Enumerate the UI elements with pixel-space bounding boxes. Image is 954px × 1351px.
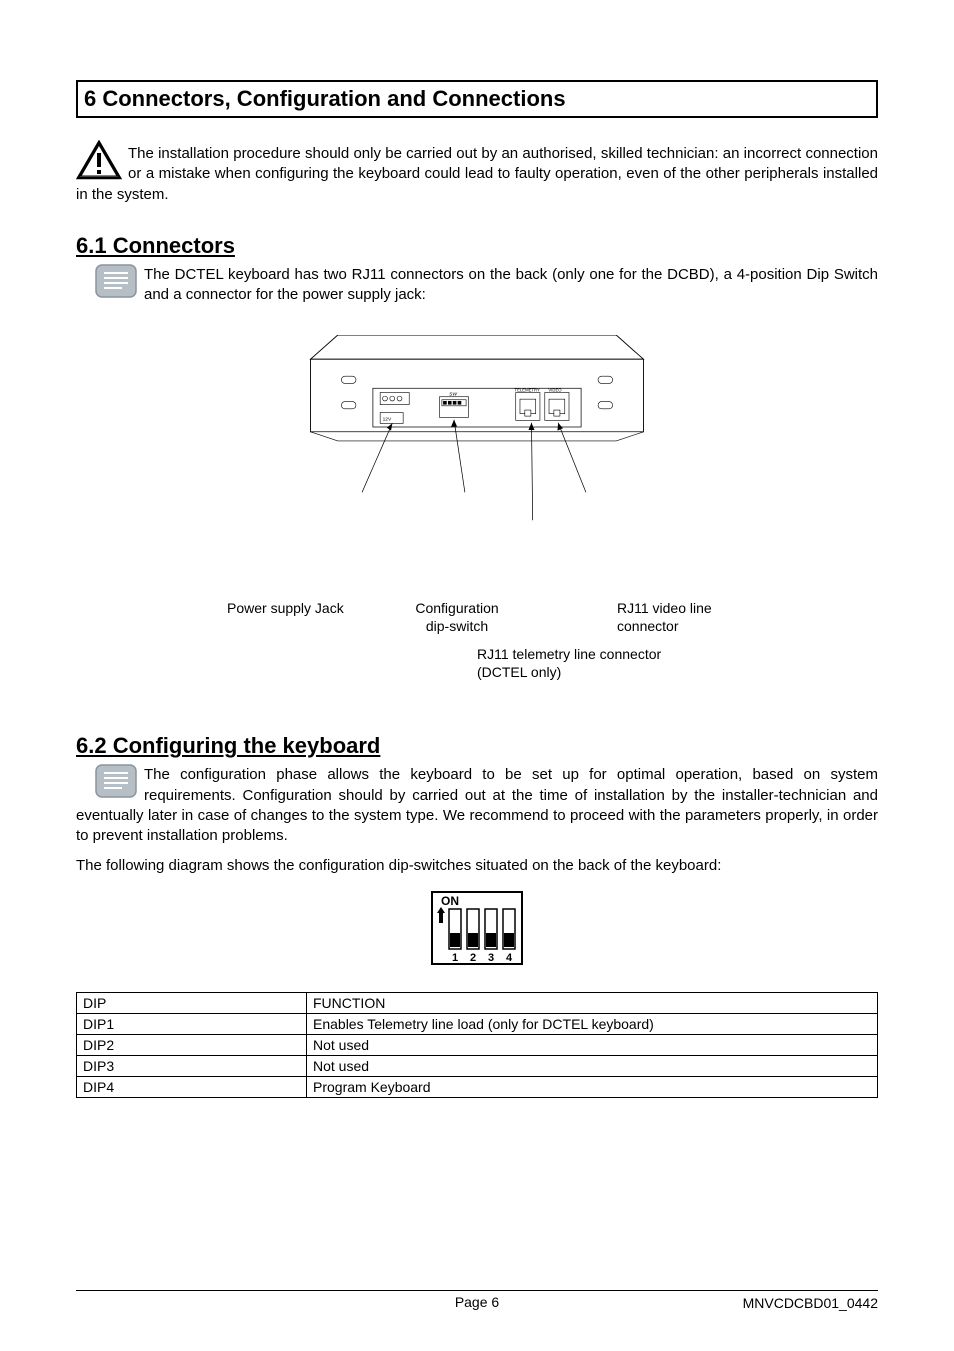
connectors-paragraph: The DCTEL keyboard has two RJ11 connecto… bbox=[76, 265, 878, 306]
section-title: 6 Connectors, Configuration and Connecti… bbox=[84, 86, 870, 112]
dip-num-3: 3 bbox=[488, 952, 494, 964]
note-icon bbox=[94, 263, 138, 299]
label-rj11-telemetry-1: RJ11 telemetry line connector bbox=[477, 645, 737, 663]
panel-video-label: VIDEO bbox=[548, 388, 562, 393]
warning-icon bbox=[76, 140, 122, 180]
panel-telemetry-label: TELEMETRY bbox=[515, 388, 540, 393]
dip-num-1: 1 bbox=[452, 952, 458, 964]
warning-text: The installation procedure should only b… bbox=[76, 145, 878, 203]
dip-switch-figure: ON 1 2 3 4 bbox=[431, 891, 523, 970]
table-head-dip: DIP bbox=[77, 992, 307, 1013]
connector-figure: 12V SW TELEMETRY VIDEO bbox=[197, 335, 757, 715]
dip-cell: DIP2 bbox=[77, 1034, 307, 1055]
label-config-dip-1: Configuration bbox=[397, 599, 517, 617]
configuring-text: The configuration phase allows the keybo… bbox=[76, 766, 878, 844]
page-footer: Page 6 MNVCDCBD01_0442 bbox=[76, 1290, 878, 1311]
label-rj11-video-2: connector bbox=[617, 617, 767, 635]
dip-cell: DIP4 bbox=[77, 1076, 307, 1097]
subsection-6-2-title: 6.2 Configuring the keyboard bbox=[76, 733, 878, 759]
dip-switch-svg: ON 1 2 3 4 bbox=[431, 891, 523, 965]
note-icon bbox=[94, 763, 138, 799]
dip-cell: DIP1 bbox=[77, 1013, 307, 1034]
diagram-intro: The following diagram shows the configur… bbox=[76, 856, 878, 876]
table-row: DIP1 Enables Telemetry line load (only f… bbox=[77, 1013, 878, 1034]
table-row: DIP3 Not used bbox=[77, 1055, 878, 1076]
label-config-dip-2: dip-switch bbox=[397, 617, 517, 635]
func-cell: Enables Telemetry line load (only for DC… bbox=[307, 1013, 878, 1034]
connectors-text: The DCTEL keyboard has two RJ11 connecto… bbox=[144, 266, 878, 303]
section-title-box: 6 Connectors, Configuration and Connecti… bbox=[76, 80, 878, 118]
warning-paragraph: The installation procedure should only b… bbox=[76, 144, 878, 205]
connector-svg: 12V SW TELEMETRY VIDEO bbox=[197, 335, 757, 565]
label-power-supply-jack: Power supply Jack bbox=[227, 599, 387, 617]
footer-page-number: Page 6 bbox=[76, 1294, 878, 1310]
table-row: DIP2 Not used bbox=[77, 1034, 878, 1055]
panel-sw-label: SW bbox=[449, 392, 457, 398]
func-cell: Not used bbox=[307, 1034, 878, 1055]
dip-on-label: ON bbox=[441, 894, 459, 908]
dip-num-4: 4 bbox=[506, 952, 513, 964]
table-head-func: FUNCTION bbox=[307, 992, 878, 1013]
label-rj11-telemetry-2: (DCTEL only) bbox=[477, 663, 737, 681]
panel-12v-label: 12V bbox=[383, 417, 392, 423]
func-cell: Not used bbox=[307, 1055, 878, 1076]
configuring-paragraph: The configuration phase allows the keybo… bbox=[76, 765, 878, 846]
label-rj11-video-1: RJ11 video line bbox=[617, 599, 767, 617]
dip-cell: DIP3 bbox=[77, 1055, 307, 1076]
table-row: DIP4 Program Keyboard bbox=[77, 1076, 878, 1097]
dip-table: DIP FUNCTION DIP1 Enables Telemetry line… bbox=[76, 992, 878, 1098]
func-cell: Program Keyboard bbox=[307, 1076, 878, 1097]
dip-num-2: 2 bbox=[470, 952, 476, 964]
table-row: DIP FUNCTION bbox=[77, 992, 878, 1013]
subsection-6-1-title: 6.1 Connectors bbox=[76, 233, 878, 259]
page: 6 Connectors, Configuration and Connecti… bbox=[0, 0, 954, 1351]
